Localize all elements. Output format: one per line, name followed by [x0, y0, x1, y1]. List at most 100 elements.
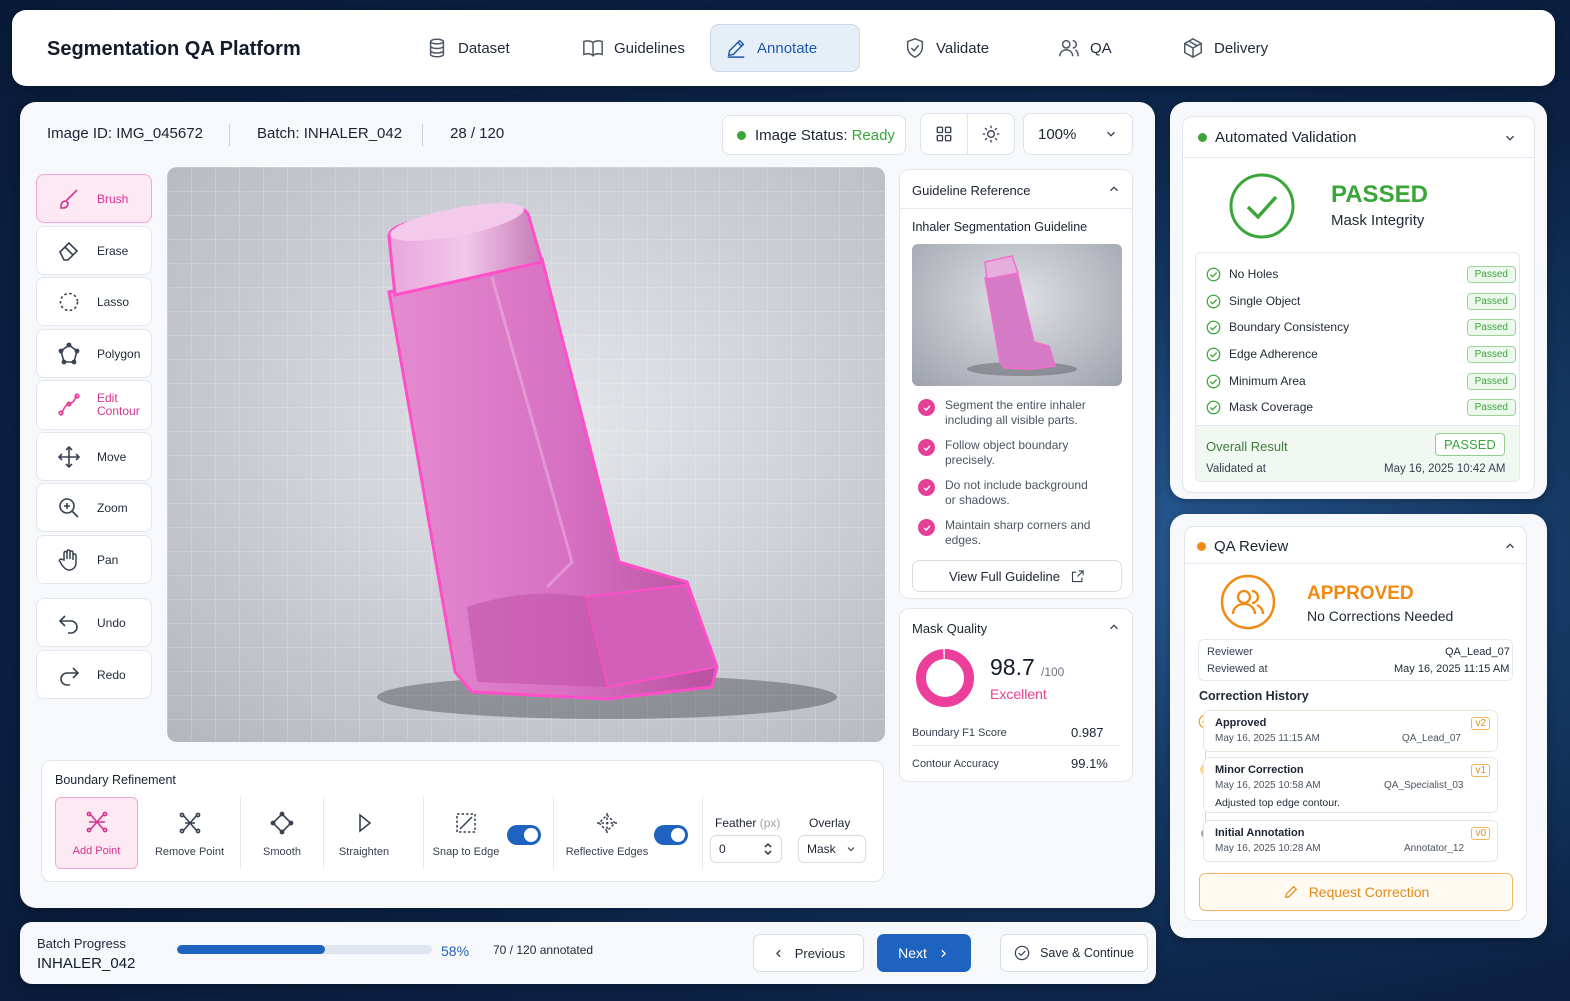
tool-redo[interactable]: Redo: [36, 650, 152, 699]
remove-point-label: Remove Point: [154, 846, 225, 858]
grid-view-button[interactable]: [921, 114, 968, 154]
check-icon: [918, 519, 935, 536]
segmentation-mask-overlay: [377, 203, 837, 719]
save-continue-button[interactable]: Save & Continue: [1000, 934, 1148, 972]
tab-dataset[interactable]: Dataset: [412, 24, 524, 72]
database-icon: [429, 38, 445, 58]
tool-zoom[interactable]: Zoom: [36, 483, 152, 532]
add-point-button[interactable]: Add Point: [55, 797, 138, 869]
check-label: Boundary Consistency: [1229, 320, 1350, 334]
chevron-up-icon[interactable]: [1107, 182, 1121, 196]
history-title: Initial Annotation: [1215, 827, 1305, 839]
mask-quality-panel: Mask Quality 98.7 /100 Excellent Boundar…: [899, 608, 1133, 782]
check-circle-icon: [1206, 374, 1221, 388]
guideline-rule: Segment the entire inhaler including all…: [918, 398, 1098, 428]
chevron-up-icon[interactable]: [1503, 539, 1517, 553]
tool-pan[interactable]: Pan: [36, 535, 152, 584]
previous-label: Previous: [794, 945, 846, 961]
tool-polygon-label: Polygon: [97, 346, 141, 361]
tool-edit-contour[interactable]: Edit Contour: [36, 380, 152, 430]
annotated-count: 70 / 120 annotated: [493, 943, 594, 957]
history-date: May 16, 2025 10:58 AM: [1215, 780, 1321, 791]
status-badge: Passed: [1466, 265, 1516, 283]
status-badge: Passed: [1466, 372, 1516, 390]
next-button[interactable]: Next: [877, 934, 971, 972]
tab-delivery-label: Delivery: [1214, 39, 1269, 57]
quality-rating: Excellent: [990, 686, 1047, 702]
edit-contour-icon: [58, 393, 80, 416]
status-badge: Passed: [1466, 318, 1516, 336]
feather-input[interactable]: 0: [710, 835, 782, 863]
tab-delivery[interactable]: Delivery: [1168, 24, 1282, 72]
shield-check-icon: [906, 38, 924, 58]
validated-at-value: May 16, 2025 10:42 AM: [1384, 463, 1506, 475]
top-nav-bar: Segmentation QA Platform Dataset Guideli…: [12, 10, 1555, 86]
tab-qa[interactable]: QA: [1044, 24, 1126, 72]
status-badge: Passed: [1466, 345, 1516, 363]
zoom-select[interactable]: 100%: [1023, 113, 1133, 155]
validation-check-row: Single Object Passed: [1206, 288, 1516, 314]
tab-guidelines[interactable]: Guidelines: [568, 24, 699, 72]
feather-label-text: Feather: [715, 816, 757, 830]
add-point-label: Add Point: [72, 845, 121, 857]
tool-zoom-label: Zoom: [97, 500, 128, 515]
batch-id: Batch: INHALER_042: [257, 125, 403, 142]
feather-value: 0: [719, 842, 726, 856]
smooth-button[interactable]: Smooth: [242, 797, 322, 869]
metric-value: 0.987: [1071, 725, 1104, 740]
brush-icon: [60, 189, 78, 209]
overlay-label: Overlay: [809, 816, 851, 830]
chevron-down-icon[interactable]: [1503, 131, 1517, 145]
overall-result-label: Overall Result: [1206, 439, 1288, 454]
overlay-select[interactable]: Mask: [798, 835, 866, 863]
status-dot: [1197, 542, 1206, 551]
straighten-button[interactable]: Straighten: [325, 797, 403, 869]
feather-label: Feather (px): [715, 816, 780, 830]
snap-to-edge-toggle[interactable]: [507, 825, 541, 845]
validation-check-row: Edge Adherence Passed: [1206, 341, 1516, 367]
tool-brush[interactable]: Brush: [36, 174, 152, 223]
metric-label: Boundary F1 Score: [912, 727, 1007, 739]
straighten-label: Straighten: [338, 846, 390, 858]
remove-point-button[interactable]: Remove Point: [142, 797, 237, 869]
brightness-button[interactable]: [968, 114, 1014, 154]
check-circle-icon: [1206, 400, 1221, 414]
status-badge: Passed: [1466, 398, 1516, 416]
tab-validate[interactable]: Validate: [890, 24, 1003, 72]
history-entry: Approved May 16, 2025 11:15 AM QA_Lead_0…: [1203, 710, 1498, 752]
tool-lasso[interactable]: Lasso: [36, 277, 152, 326]
image-status: Image Status: Ready: [722, 115, 906, 155]
tab-dataset-label: Dataset: [458, 39, 510, 57]
tab-annotate[interactable]: Annotate: [710, 24, 860, 72]
tool-move[interactable]: Move: [36, 432, 152, 481]
straighten-icon: [359, 813, 372, 833]
check-circle-icon: [1206, 347, 1221, 361]
image-canvas[interactable]: [167, 167, 885, 742]
tool-erase-label: Erase: [97, 243, 129, 258]
view-full-guideline-button[interactable]: View Full Guideline: [912, 560, 1122, 592]
tool-pan-label: Pan: [97, 552, 119, 567]
history-user: QA_Lead_07: [1402, 733, 1461, 744]
guideline-rule: Maintain sharp corners and edges.: [918, 518, 1098, 548]
progress-percent: 58%: [441, 943, 470, 959]
guideline-header: Guideline Reference: [912, 183, 1031, 198]
divider: [553, 797, 554, 869]
metric-value: 99.1%: [1071, 756, 1108, 771]
polygon-icon: [58, 342, 80, 365]
validation-header: Automated Validation: [1215, 129, 1357, 146]
previous-button[interactable]: Previous: [753, 934, 864, 972]
history-title: Minor Correction: [1215, 764, 1304, 776]
tool-polygon[interactable]: Polygon: [36, 329, 152, 378]
quality-donut-fill: [916, 649, 974, 707]
automated-validation-card: Automated Validation PASSED Mask Integri…: [1170, 102, 1547, 499]
guideline-panel: Guideline Reference Inhaler Segmentation…: [899, 169, 1133, 599]
chevron-up-icon[interactable]: [1107, 620, 1121, 634]
reflective-edges-toggle[interactable]: [654, 825, 688, 845]
tool-undo[interactable]: Undo: [36, 598, 152, 647]
image-status-value: Ready: [851, 126, 895, 144]
overlay-value: Mask: [807, 842, 836, 856]
redo-icon: [60, 667, 80, 686]
snap-edge-icon: [456, 813, 476, 833]
tool-erase[interactable]: Erase: [36, 226, 152, 275]
request-correction-button[interactable]: Request Correction: [1199, 873, 1513, 911]
